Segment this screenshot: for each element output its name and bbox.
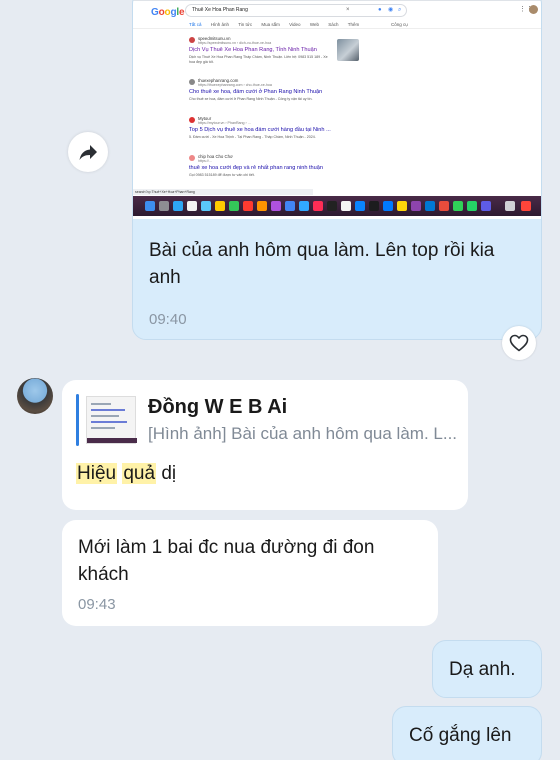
message-time: 09:40 <box>149 311 187 328</box>
result-title: Dịch Vụ Thuê Xe Hoa Phan Rang, Tỉnh Ninh… <box>189 47 317 53</box>
nav-tab: Mua sắm <box>261 22 280 27</box>
nav-tab: Web <box>309 22 319 27</box>
result-url: https://thuexephanrang.com › cho-thue-xe… <box>198 83 272 87</box>
reaction-button[interactable] <box>502 326 536 360</box>
quoted-preview: [Hình ảnh] Bài của anh hôm qua làm. L... <box>148 424 458 443</box>
quoted-image-thumbnail <box>86 396 137 444</box>
message-text: Cố gắng lên <box>409 725 512 746</box>
result-snippet: 5. Đám cưới - Xe Hoa Thịnh - Tại Phan Ra… <box>189 135 316 139</box>
nav-tab: Thêm <box>347 22 360 27</box>
result-url: https://mytour.vn › PhanRang › ... <box>198 121 251 125</box>
result-title: Cho thuê xe hoa, đám cưới ở Phan Rang Ni… <box>189 89 323 95</box>
search-box: Thuê Xe Hoa Phan Rang × ● ◉ ⌕ <box>185 4 407 17</box>
quoted-sender-name: Đồng W E B Ai <box>148 396 288 418</box>
account-avatar <box>529 5 538 14</box>
nav-tab: Video <box>289 22 301 27</box>
message-text: Hiệu quả dị <box>76 460 176 487</box>
browser-tab-bar <box>133 0 541 1</box>
result-url: https://... <box>198 159 212 163</box>
result-title: thuê xe hoa cưới đẹp và rẻ nhất phan ran… <box>189 165 323 171</box>
mac-dock <box>133 196 541 216</box>
nav-tab: Hình ảnh <box>210 22 230 27</box>
tools-label: Công cụ <box>391 22 408 27</box>
search-nav-tabs: Tất cả Hình ảnh Tin tức Mua sắm Video We… <box>189 22 367 27</box>
quoted-message[interactable]: Đồng W E B Ai [Hình ảnh] Bài của anh hôm… <box>76 394 458 456</box>
message-text-rest: dị <box>161 463 177 484</box>
message-text: Bài của anh hôm qua làm. Lên top rồi kia… <box>149 240 495 288</box>
result-snippet: Cho thuê xe hoa, đám cưới ở Phan Rang Ni… <box>189 97 313 101</box>
outgoing-message[interactable]: Cố gắng lên <box>392 706 542 760</box>
browser-status-url: search?q=Thuê+Xe+Hoa+Phan+Rang <box>133 189 313 195</box>
incoming-reply-message[interactable]: Đồng W E B Ai [Hình ảnh] Bài của anh hôm… <box>62 380 468 510</box>
incoming-message[interactable]: Mới làm 1 bai đc nua đường đi đon khách … <box>62 520 438 626</box>
outgoing-screenshot-message[interactable]: Google Thuê Xe Hoa Phan Rang × ● ◉ ⌕ Tất… <box>132 0 542 340</box>
result-url: https://speedmitsunu.vn › dich-vu-thue-x… <box>198 41 272 45</box>
google-logo: Google <box>151 7 185 18</box>
search-query: Thuê Xe Hoa Phan Rang <box>192 7 248 13</box>
result-snippet: Gọi 0983 515189 để được tư vấn chi tiết. <box>189 173 255 177</box>
user-avatar[interactable] <box>17 378 53 414</box>
heart-outline-icon <box>509 334 529 352</box>
outgoing-message[interactable]: Dạ anh. <box>432 640 542 698</box>
result-snippet: Dịch vụ Thuê Xe Hoa Phan Rang Tháp Chàm,… <box>189 55 328 64</box>
search-icon: ⌕ <box>398 7 402 13</box>
result-thumbnail <box>337 39 359 61</box>
forward-arrow-icon <box>79 145 97 160</box>
message-text: Mới làm 1 bai đc nua đường đi đon khách <box>78 537 375 585</box>
nav-tab: Tất cả <box>189 22 202 27</box>
lens-icon: ◉ <box>388 7 394 13</box>
quote-bar <box>76 394 79 446</box>
message-time: 09:43 <box>78 596 116 613</box>
nav-tab: Tin tức <box>238 22 253 27</box>
highlighted-word: Hiệu <box>76 463 118 484</box>
forward-button[interactable] <box>68 132 108 172</box>
clear-icon: × <box>346 7 350 13</box>
screenshot-image[interactable]: Google Thuê Xe Hoa Phan Rang × ● ◉ ⌕ Tất… <box>133 0 541 219</box>
message-text: Dạ anh. <box>449 659 516 680</box>
mic-icon: ● <box>378 7 382 13</box>
nav-tab: Sách <box>328 22 339 27</box>
highlighted-word: quả <box>122 463 157 484</box>
result-title: Top 5 Dịch vụ thuê xe hoa đám cưới hàng … <box>189 127 331 133</box>
